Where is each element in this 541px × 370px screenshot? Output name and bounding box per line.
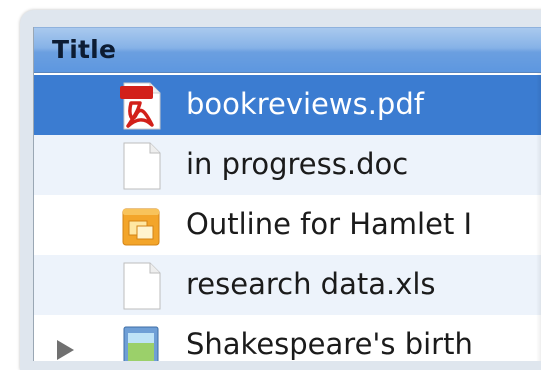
file-name: bookreviews.pdf bbox=[186, 87, 424, 121]
file-row-bookreviews[interactable]: bookreviews.pdf bbox=[34, 75, 541, 135]
file-name: research data.xls bbox=[186, 267, 436, 301]
file-name: Shakespeare's birth bbox=[186, 327, 473, 361]
column-header-label: Title bbox=[52, 35, 117, 64]
list-edge-shadow bbox=[536, 73, 541, 361]
file-name: Outline for Hamlet I bbox=[186, 207, 473, 241]
column-header-title[interactable]: Title bbox=[34, 27, 541, 73]
file-row-in-progress[interactable]: in progress.doc bbox=[34, 135, 541, 195]
file-name: in progress.doc bbox=[186, 147, 409, 181]
blank-document-icon bbox=[123, 262, 161, 310]
disclosure-triangle-icon[interactable] bbox=[57, 340, 74, 360]
file-list[interactable]: Title bookreviews.pdf in progress.doc Ou… bbox=[33, 27, 541, 361]
image-file-icon bbox=[123, 326, 159, 361]
file-row-shakespeare[interactable]: Shakespeare's birth bbox=[34, 315, 541, 361]
blank-document-icon bbox=[123, 142, 161, 190]
file-row-research-data[interactable]: research data.xls bbox=[34, 255, 541, 315]
file-row-outline-hamlet[interactable]: Outline for Hamlet I bbox=[34, 195, 541, 255]
outline-file-icon bbox=[122, 208, 160, 246]
pdf-file-icon bbox=[120, 82, 161, 130]
